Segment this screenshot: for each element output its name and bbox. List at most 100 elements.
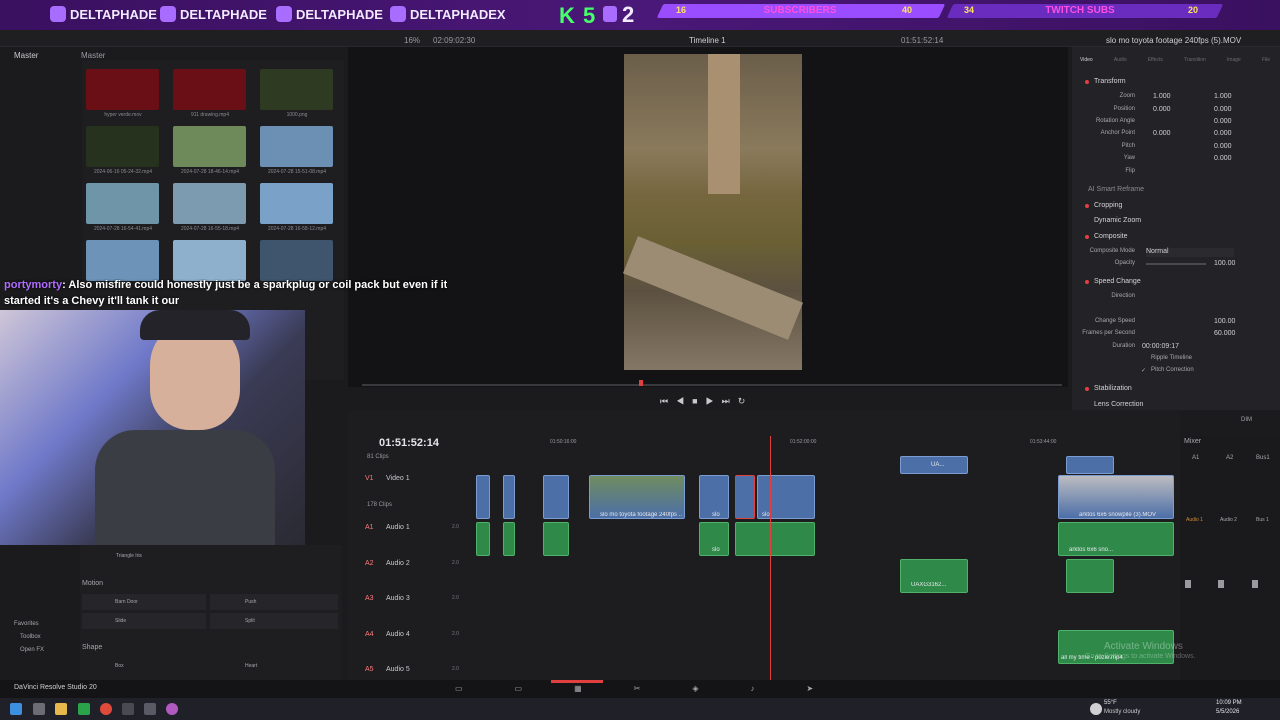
timeline-name[interactable]: Timeline 1 [689, 36, 726, 45]
track-header[interactable]: A4 Audio 4 2.0 [360, 631, 466, 643]
video-clip[interactable]: slo [699, 475, 729, 519]
media-thumbnail[interactable] [86, 69, 159, 110]
transform-header[interactable]: Transform [1094, 78, 1126, 85]
windows-start-icon[interactable] [10, 703, 22, 715]
effect-barn-door[interactable]: Barn Door [115, 599, 138, 605]
lens-correction-header[interactable]: Lens Correction [1094, 401, 1143, 408]
effect-barn-door-row[interactable] [82, 594, 206, 610]
timeline-playhead[interactable] [770, 436, 771, 680]
app-icon[interactable] [78, 703, 90, 715]
media-pool-item[interactable]: 2024-07-28 15-51-08.mp4 [260, 126, 337, 175]
effect-slide[interactable]: Slide [115, 618, 126, 624]
media-thumbnail[interactable] [260, 183, 333, 224]
stabilization-header[interactable]: Stabilization [1094, 385, 1132, 392]
transform-enable[interactable] [1085, 80, 1089, 84]
app-icon[interactable] [122, 703, 134, 715]
scrubber-bar[interactable] [362, 384, 1062, 386]
cropping-header[interactable]: Cropping [1094, 202, 1122, 209]
fader-a1[interactable] [1185, 580, 1191, 588]
audio-clip-arktos[interactable]: arktos 6x6 sno... [1058, 522, 1174, 556]
media-thumbnail[interactable] [260, 240, 333, 281]
media-pool-item[interactable]: 2024-07-28 16-55-18.mp4 [173, 183, 250, 232]
rotation-value[interactable]: 0.000 [1214, 118, 1232, 125]
chrome-icon[interactable] [100, 703, 112, 715]
inspector-tab[interactable]: Video [1080, 57, 1093, 69]
effect-split-row[interactable] [210, 613, 338, 629]
dim-button[interactable]: DIM [1241, 417, 1252, 423]
playhead-marker[interactable] [639, 380, 643, 386]
dynamic-zoom-header[interactable]: Dynamic Zoom [1094, 217, 1141, 224]
effect-push[interactable]: Push [245, 599, 256, 605]
fps-value[interactable]: 60.000 [1214, 330, 1235, 337]
file-explorer-icon[interactable] [55, 703, 67, 715]
position-y-value[interactable]: 0.000 [1214, 106, 1232, 113]
track-header[interactable]: V1 Video 1 [360, 475, 466, 487]
inspector-tab[interactable]: Image [1227, 57, 1241, 69]
inspector-tab[interactable]: Audio [1114, 57, 1127, 69]
pitch-value[interactable]: 0.000 [1214, 143, 1232, 150]
cropping-enable[interactable] [1085, 204, 1089, 208]
effect-slide-row[interactable] [82, 613, 206, 629]
search-icon[interactable] [33, 703, 45, 715]
composite-mode-select[interactable]: Normal [1146, 248, 1234, 257]
resolve-icon[interactable] [144, 703, 156, 715]
media-thumbnail[interactable] [260, 69, 333, 110]
media-thumbnail[interactable] [173, 126, 246, 167]
video-clip-toyota[interactable]: slo mo toyota footage 240fps ... [589, 475, 685, 519]
video-clip-v2[interactable] [1066, 456, 1114, 474]
effect-heart[interactable]: Heart [245, 663, 257, 669]
video-clip-arktos[interactable]: arktos 6x6 snowpile (3).MOV [1058, 475, 1174, 519]
video-clip-v2[interactable]: UA... [900, 456, 968, 474]
transport-controls[interactable]: ⏮◀■▶⏭↻ [660, 396, 753, 407]
audio-clip[interactable] [503, 522, 515, 556]
nav-favorites[interactable]: Favorites [14, 621, 39, 627]
media-thumbnail[interactable] [173, 69, 246, 110]
ai-reframe-header[interactable]: AI Smart Reframe [1088, 186, 1144, 193]
viewer-zoom[interactable]: 16% [404, 36, 420, 45]
audio-clip-a2[interactable] [1066, 559, 1114, 593]
pitch-correction-checkbox[interactable]: Pitch Correction [1151, 367, 1194, 373]
pitch-correction-check-icon[interactable]: ✓ [1141, 367, 1146, 374]
media-pool-item[interactable]: 2024-07-28 16-58-12.mp4 [260, 183, 337, 232]
opacity-value[interactable]: 100.00 [1214, 260, 1235, 267]
audio-clip[interactable] [735, 522, 815, 556]
media-pool-item[interactable]: 911 drawing.mp4 [173, 69, 250, 118]
inspector-tab[interactable]: Transition [1184, 57, 1206, 69]
audio-clip[interactable] [543, 522, 569, 556]
zoom-y-value[interactable]: 1.000 [1214, 93, 1232, 100]
video-clip[interactable] [543, 475, 569, 519]
video-clip[interactable] [503, 475, 515, 519]
audio-clip[interactable] [476, 522, 490, 556]
track-header[interactable]: A2 Audio 2 2.0 [360, 560, 466, 572]
media-pool-item[interactable]: 1000.png [260, 69, 337, 118]
track-header[interactable]: A1 Audio 1 2.0 [360, 524, 466, 536]
opacity-slider[interactable] [1146, 263, 1206, 265]
video-clip[interactable] [476, 475, 490, 519]
track-header[interactable]: A3 Audio 3 2.0 [360, 595, 466, 607]
audio-clip[interactable]: slo [699, 522, 729, 556]
position-x-value[interactable]: 0.000 [1153, 106, 1171, 113]
media-pool-item[interactable]: 2024-07-28 18-46-14.mp4 [173, 126, 250, 175]
ripple-timeline-checkbox[interactable]: Ripple Timeline [1151, 355, 1192, 361]
video-clip[interactable]: slo [757, 475, 815, 519]
nav-open-fx[interactable]: Open FX [20, 647, 44, 653]
media-thumbnail[interactable] [86, 240, 159, 281]
duration-value[interactable]: 00:00:09:17 [1142, 343, 1179, 350]
inspector-tab[interactable]: Effects [1148, 57, 1163, 69]
effect-box[interactable]: Box [115, 663, 124, 669]
composite-header[interactable]: Composite [1094, 233, 1127, 240]
audio-clip-a2[interactable]: UAXG3162... [900, 559, 968, 593]
stabilization-enable[interactable] [1085, 387, 1089, 391]
media-thumbnail[interactable] [260, 126, 333, 167]
media-thumbnail[interactable] [173, 183, 246, 224]
zoom-x-value[interactable]: 1.000 [1153, 93, 1171, 100]
track-header[interactable]: A5 Audio 5 2.0 [360, 666, 466, 678]
fader-bus1[interactable] [1252, 580, 1258, 588]
media-pool-item[interactable]: 2024-06-16 05-24-32.mp4 [86, 126, 163, 175]
effect-triangle-iris[interactable]: Triangle Iris [116, 553, 142, 559]
effect-split[interactable]: Split [245, 618, 255, 624]
anchor-y-value[interactable]: 0.000 [1214, 130, 1232, 137]
media-thumbnail[interactable] [173, 240, 246, 281]
page-tab-icons[interactable]: ▭▭▦✂◈♪➤ [455, 684, 865, 693]
media-thumbnail[interactable] [86, 183, 159, 224]
